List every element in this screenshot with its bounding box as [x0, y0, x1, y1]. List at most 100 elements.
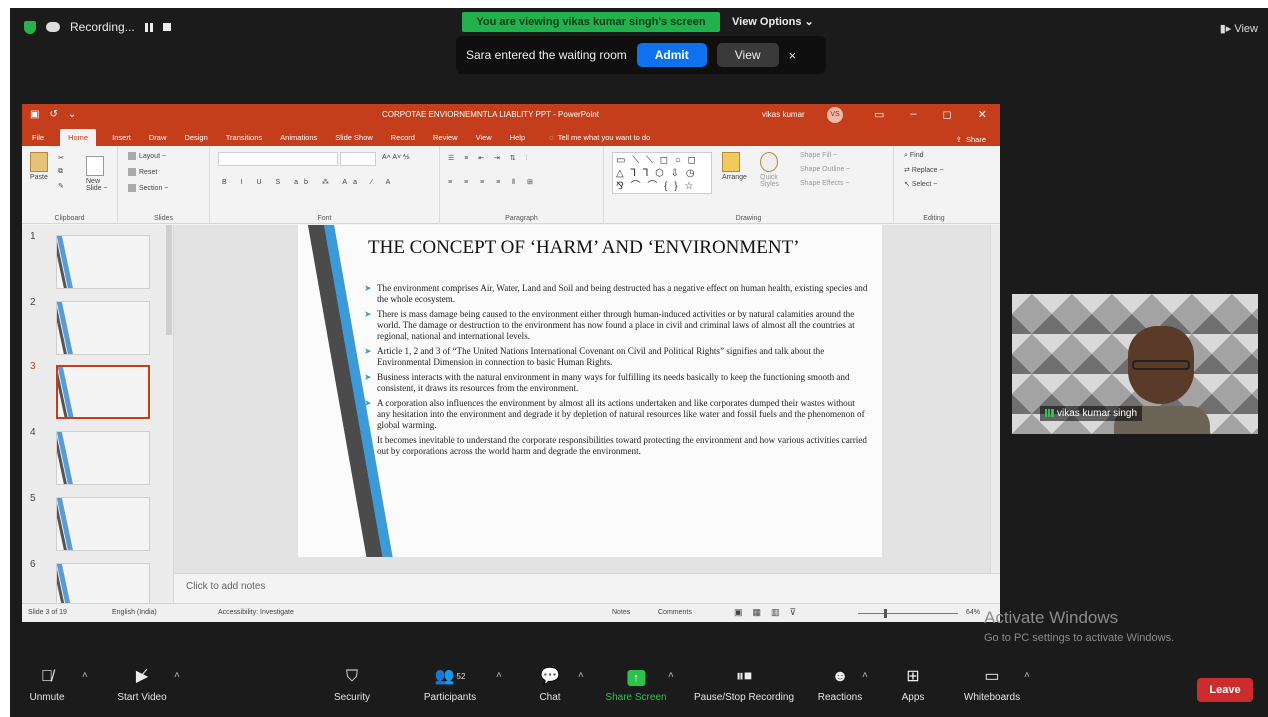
audio-options-caret[interactable]: ˄: [82, 670, 88, 681]
arrange-button[interactable]: Arrange: [722, 152, 747, 181]
select-button[interactable]: ↖ Select ~: [904, 180, 937, 188]
view-mode-icons[interactable]: ▣▦▥⊽: [734, 607, 806, 618]
customize-qat-icon[interactable]: ⌄: [68, 109, 76, 120]
viewing-screen-banner: You are viewing vikas kumar singh's scre…: [462, 12, 720, 32]
zoom-meeting-window: Recording... You are viewing vikas kumar…: [10, 8, 1268, 717]
ribbon-display-icon[interactable]: ▭: [874, 108, 884, 121]
pause-stop-recording-button[interactable]: ⏸⏹ Pause/Stop Recording: [694, 668, 794, 703]
account-name[interactable]: vikas kumar: [762, 110, 805, 119]
security-shield-icon: [24, 20, 36, 34]
shapes-gallery[interactable]: ▭ ⟍ ⟍ ◻ ○ ◻ △ ⅂ ⅂ ⬡ ⇩ ◷ ⅋ ⌒ ⌒ { } ☆: [612, 152, 712, 194]
layout-button[interactable]: Layout ~: [128, 152, 166, 160]
tab-home[interactable]: Home: [60, 129, 97, 146]
whiteboards-caret[interactable]: ˄: [1024, 670, 1030, 681]
tab-record[interactable]: Record: [389, 129, 417, 146]
view-options-button[interactable]: View Options ⌄: [732, 12, 814, 32]
replace-button[interactable]: ⇄ Replace ~: [904, 166, 944, 174]
tab-review[interactable]: Review: [431, 129, 460, 146]
stop-recording-icon[interactable]: [162, 23, 171, 31]
slide-bullet-list[interactable]: The environment comprises Air, Water, La…: [364, 283, 868, 461]
slide-scrollbar[interactable]: [990, 225, 1000, 573]
unmute-button[interactable]: 🎙̸ Unmute: [29, 668, 64, 703]
font-format-icons[interactable]: B I U S ab ⁂ Aa ∕ A: [222, 178, 396, 186]
chat-button[interactable]: 💬 Chat: [539, 668, 560, 703]
minimize-icon[interactable]: –: [910, 108, 916, 121]
reactions-button[interactable]: ☻ Reactions: [818, 668, 862, 703]
slide-bullet: A corporation also influences the enviro…: [364, 398, 868, 431]
avatar[interactable]: VS: [827, 107, 843, 123]
tab-file[interactable]: File: [30, 129, 46, 146]
notes-pane[interactable]: Click to add notes: [174, 573, 1000, 603]
share-screen-button[interactable]: ↑ Share Screen: [605, 668, 667, 703]
chat-caret[interactable]: ˄: [578, 670, 584, 681]
start-video-button[interactable]: ▶̸ Start Video: [117, 668, 166, 703]
whiteboards-button[interactable]: ▭ Whiteboards: [964, 668, 1020, 703]
close-notification-button[interactable]: ×: [789, 48, 797, 63]
section-button[interactable]: Section ~: [128, 184, 168, 192]
shape-outline-button[interactable]: Shape Outline ~: [800, 166, 850, 173]
comments-button[interactable]: Comments: [658, 609, 692, 616]
notes-button[interactable]: Notes: [612, 609, 630, 616]
shield-icon: ⛉: [345, 668, 358, 685]
slide-title[interactable]: THE CONCEPT OF ‘HARM’ AND ‘ENVIRONMENT’: [368, 237, 800, 259]
tab-animations[interactable]: Animations: [278, 129, 319, 146]
format-painter-icon[interactable]: ✎: [58, 182, 64, 190]
cut-icon[interactable]: ✂: [58, 154, 64, 162]
tab-slide-show[interactable]: Slide Show: [333, 129, 375, 146]
reactions-caret[interactable]: ˄: [862, 670, 868, 681]
copy-icon[interactable]: ⧉: [58, 168, 63, 176]
zoom-level[interactable]: 64%: [966, 609, 980, 616]
clipboard-group: Paste ✂ ⧉ ✎ New Slide ~ Clipboard: [22, 146, 118, 224]
new-slide-button[interactable]: New Slide ~: [86, 156, 112, 192]
shape-effects-button[interactable]: Shape Effects ~: [800, 180, 850, 187]
view-layout-button[interactable]: ▮▸ View: [1220, 22, 1258, 35]
tell-me-search[interactable]: ◌ Tell me what you want to do: [547, 129, 654, 146]
tab-view[interactable]: View: [474, 129, 494, 146]
slide-editor[interactable]: THE CONCEPT OF ‘HARM’ AND ‘ENVIRONMENT’ …: [174, 225, 1000, 573]
security-button[interactable]: ⛉ Security: [334, 668, 370, 703]
arrange-label: Arrange: [722, 174, 747, 181]
language-indicator[interactable]: English (India): [112, 609, 157, 616]
shape-fill-button[interactable]: Shape Fill ~: [800, 152, 837, 159]
admit-button[interactable]: Admit: [636, 43, 707, 67]
thumbnail-scrollbar[interactable]: [166, 225, 172, 335]
font-name-box[interactable]: [218, 152, 338, 166]
save-icon[interactable]: ▣: [30, 109, 39, 120]
pause-recording-label: Pause/Stop Recording: [693, 692, 795, 703]
participants-caret[interactable]: ˄: [496, 670, 502, 681]
paste-button[interactable]: Paste: [30, 152, 48, 181]
font-size-icons[interactable]: A˄ A˅ ⅍: [382, 154, 410, 161]
close-icon[interactable]: ✕: [978, 108, 987, 121]
maximize-icon[interactable]: ◻: [943, 108, 952, 121]
leave-meeting-button[interactable]: Leave: [1197, 678, 1253, 702]
zoom-slider[interactable]: [858, 613, 958, 614]
reset-button[interactable]: Reset: [128, 168, 157, 176]
tab-help[interactable]: Help: [508, 129, 527, 146]
accessibility-status[interactable]: Accessibility: Investigate: [218, 609, 294, 616]
slide-thumbnail-pane: 1 2 3 4 5 6: [22, 225, 174, 617]
paragraph-label: Paragraph: [505, 215, 538, 222]
apps-button[interactable]: ⊞ Apps: [902, 668, 925, 703]
quick-styles-button[interactable]: Quick Styles: [760, 152, 790, 188]
current-slide[interactable]: THE CONCEPT OF ‘HARM’ AND ‘ENVIRONMENT’ …: [298, 225, 882, 557]
pause-recording-icon[interactable]: [144, 22, 153, 32]
align-icons[interactable]: ≡ ≡ ≡ ≡ ⫴ ⊞: [448, 178, 538, 187]
tab-draw[interactable]: Draw: [147, 129, 169, 146]
font-size-box[interactable]: [340, 152, 376, 166]
participant-video-tile[interactable]: vikas kumar singh: [1012, 294, 1258, 434]
reactions-icon: ☻: [831, 668, 849, 685]
tab-transitions[interactable]: Transitions: [224, 129, 264, 146]
share-screen-caret[interactable]: ˄: [668, 670, 674, 681]
undo-icon[interactable]: ↺: [49, 109, 57, 120]
recording-indicator: Recording...: [24, 20, 171, 34]
slide-preview: [56, 365, 150, 419]
video-options-caret[interactable]: ˄: [174, 670, 180, 681]
participants-button[interactable]: 👥 52 Participants: [424, 668, 476, 703]
zoom-slider-thumb[interactable]: [884, 609, 887, 618]
replace-label: Replace ~: [911, 167, 944, 174]
list-icons[interactable]: ☰ ≡ ⇤ ⇥ ⇅ ⫶: [448, 154, 531, 163]
find-button[interactable]: ⌕ Find: [904, 152, 924, 160]
tab-design[interactable]: Design: [182, 129, 209, 146]
view-waiting-room-button[interactable]: View: [716, 43, 779, 67]
tab-insert[interactable]: Insert: [110, 129, 133, 146]
